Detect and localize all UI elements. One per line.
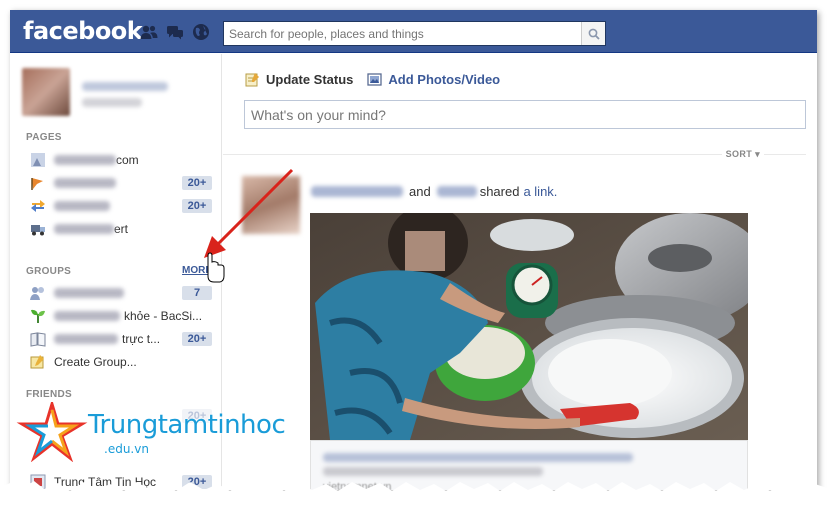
- story-link[interactable]: a link.: [523, 184, 557, 199]
- page-name-blurred: [54, 201, 110, 211]
- sort-dropdown[interactable]: SORT ▾: [721, 149, 764, 160]
- screenshot-frame: facebook PAGES: [10, 10, 817, 490]
- edit-profile-blurred[interactable]: [82, 98, 142, 107]
- create-group-item[interactable]: Create Group...: [30, 352, 212, 372]
- update-status-tab[interactable]: Update Status: [245, 72, 353, 87]
- sort-caret-icon: ▾: [755, 149, 760, 159]
- add-photos-tab[interactable]: Add Photos/Video: [367, 72, 500, 87]
- create-group-label: Create Group...: [54, 355, 137, 369]
- group-item-1[interactable]: 7: [30, 283, 212, 303]
- page-count-badge: 20+: [182, 199, 212, 213]
- friend-requests-icon[interactable]: [140, 24, 158, 40]
- page-name-visible: com: [116, 153, 139, 167]
- notification-jewels: [140, 24, 210, 40]
- group-name-blurred: [54, 334, 118, 344]
- search-button[interactable]: [581, 22, 605, 45]
- status-pencil-icon: [245, 73, 259, 87]
- page-item-2[interactable]: 20+: [30, 173, 212, 193]
- page-item-4[interactable]: ert: [30, 219, 212, 239]
- watermark-brand: Trungtamtinhoc: [88, 410, 286, 440]
- news-feed: Update Status Add Photos/Video What's on…: [223, 54, 817, 490]
- profile-avatar[interactable]: [22, 68, 70, 116]
- friends-section-title: FRIENDS: [26, 389, 72, 400]
- group-item-2[interactable]: khỏe - BacSi...: [30, 306, 212, 326]
- groups-more-link[interactable]: MORE: [182, 265, 212, 276]
- story-connector: and: [409, 184, 431, 199]
- group-name-visible: khỏe - BacSi...: [124, 309, 203, 323]
- coauthor-name-blurred[interactable]: [436, 186, 477, 197]
- composer-tabs: Update Status Add Photos/Video: [245, 72, 500, 87]
- photo-icon: [367, 73, 383, 86]
- groups-section-title: GROUPS: [26, 266, 72, 277]
- link-subtitle-blurred: [323, 467, 543, 476]
- page-name-blurred: [54, 224, 114, 234]
- sprout-group-icon: [30, 308, 46, 324]
- page-name-blurred: [54, 178, 116, 188]
- pages-section-title: PAGES: [26, 132, 62, 143]
- page-count-badge: 20+: [182, 176, 212, 190]
- group-name-visible: trực t...: [122, 332, 161, 346]
- group-name-blurred: [54, 311, 120, 321]
- search-icon: [588, 28, 600, 40]
- page-name-visible: ert: [114, 222, 129, 236]
- search-bar[interactable]: [223, 21, 606, 46]
- watermark-star-logo: [16, 402, 88, 462]
- sort-label: SORT: [725, 149, 753, 159]
- group-item-3[interactable]: trực t... 20+: [30, 329, 212, 349]
- update-status-label: Update Status: [266, 72, 354, 87]
- group-count-badge: 20+: [182, 332, 212, 346]
- watermark-domain: .edu.vn: [104, 442, 149, 456]
- status-input[interactable]: What's on your mind?: [244, 100, 806, 129]
- page-item-1[interactable]: com: [30, 150, 212, 170]
- story-author-avatar[interactable]: [242, 176, 300, 234]
- flag-page-icon: [30, 175, 46, 191]
- site-watermark: Trungtamtinhoc .edu.vn: [16, 402, 306, 462]
- feed-divider: SORT ▾: [223, 149, 806, 160]
- arrows-page-icon: [30, 198, 46, 214]
- link-title-blurred: [323, 453, 633, 462]
- story-shared-text: shared: [479, 184, 520, 199]
- facebook-logo[interactable]: facebook: [23, 17, 143, 45]
- torn-paper-edge: [0, 481, 827, 507]
- page-item-3[interactable]: 20+: [30, 196, 212, 216]
- group-icon: [30, 285, 46, 301]
- group-count-badge: 7: [182, 286, 212, 300]
- top-navigation-bar: facebook: [10, 10, 817, 53]
- truck-page-icon: [30, 221, 46, 237]
- profile-name-blurred[interactable]: [82, 82, 168, 91]
- create-group-icon: [30, 354, 46, 370]
- book-group-icon: [30, 331, 46, 347]
- add-photos-label: Add Photos/Video: [388, 72, 501, 87]
- author-name-blurred[interactable]: [311, 186, 403, 197]
- page-name-blurred: [54, 155, 116, 165]
- page-icon: [30, 152, 46, 168]
- search-input[interactable]: [224, 22, 581, 45]
- notifications-globe-icon[interactable]: [192, 24, 210, 40]
- story-header: and shared a link.: [311, 184, 557, 199]
- group-name-blurred: [54, 288, 124, 298]
- messages-icon[interactable]: [166, 24, 184, 40]
- story-shared-photo[interactable]: [310, 213, 748, 440]
